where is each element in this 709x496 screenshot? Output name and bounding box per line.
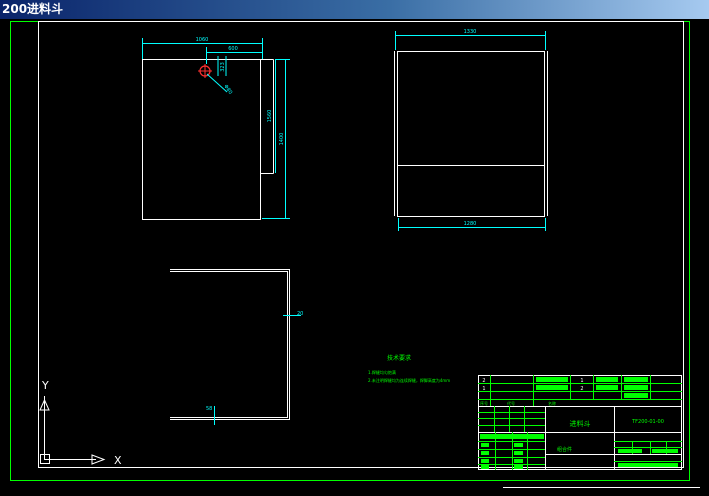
title-block-row2-qty: 2: [580, 386, 583, 392]
inner-drawing-border: [38, 21, 684, 468]
title-block-material: 组合件: [557, 446, 572, 453]
cad-drawing-canvas[interactable]: 1060 600 323 Φ80 1560 1400 1330 1280 20 …: [0, 19, 709, 496]
dim-hole-small: 323: [220, 62, 226, 72]
notes-line-2: 2.未注明焊缝均为连续焊缝，焊脚高度为4mm: [368, 377, 450, 383]
dim-right-outer: 1400: [279, 133, 285, 146]
dim-section-bottom: 58: [206, 406, 212, 412]
dim-section-right: 20: [297, 311, 303, 317]
title-block-header-code: 代号: [507, 400, 515, 406]
dim-hole-offset: 600: [228, 46, 238, 52]
title-block-part-name: 进料斗: [570, 419, 591, 428]
title-block-row1-qty: 1: [580, 378, 583, 384]
notes-heading: 技术要求: [387, 354, 411, 362]
window-title: 200进料斗: [0, 0, 709, 19]
dim-total-width: 1060: [196, 37, 209, 43]
ucs-y-label: Y: [41, 379, 49, 392]
dim-side-bottom: 1280: [464, 221, 477, 227]
ucs-x-label: X: [114, 454, 122, 467]
title-block-header-seq: 序号: [480, 400, 488, 406]
title-block-row2-no: 1: [482, 386, 485, 392]
side-view: [394, 31, 548, 231]
dim-side-top: 1330: [464, 29, 477, 35]
front-view: [142, 38, 290, 220]
title-block-header-name: 名称: [548, 400, 556, 406]
section-view: [170, 269, 301, 425]
title-block-row1-no: 2: [482, 378, 485, 384]
notes-line-1: 1.焊缝均匀饱满: [368, 369, 396, 375]
dim-right-inner: 1560: [267, 110, 273, 123]
title-block-drawing-no: TF200-01-00: [631, 419, 664, 425]
outer-drawing-frame: [10, 21, 690, 481]
ucs-icon: [39, 396, 106, 465]
